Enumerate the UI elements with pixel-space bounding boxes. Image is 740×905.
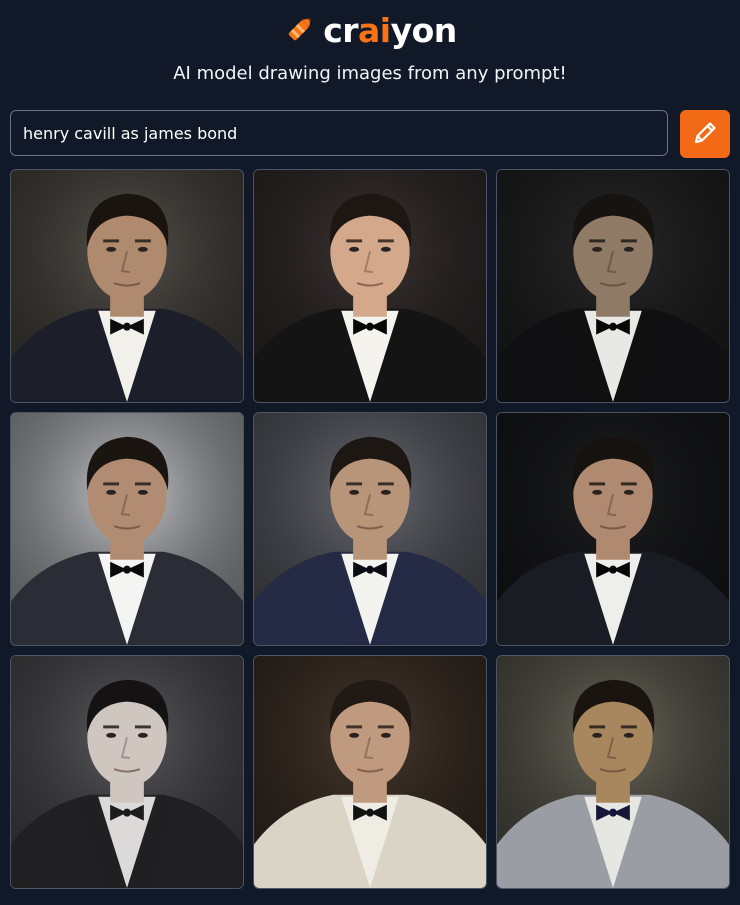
craiyon-logo[interactable]: craiyon — [0, 12, 740, 50]
pencil-icon — [691, 119, 719, 150]
prompt-row — [10, 110, 731, 158]
image-grid — [10, 169, 730, 889]
generated-image[interactable] — [253, 655, 487, 889]
tagline: AI model drawing images from any prompt! — [173, 63, 567, 84]
portrait-illustration — [254, 656, 486, 888]
portrait-illustration — [497, 656, 729, 888]
generated-image[interactable] — [253, 169, 487, 403]
prompt-input[interactable] — [10, 110, 668, 156]
portrait-illustration — [11, 413, 243, 645]
logo-prefix: cr — [323, 11, 359, 50]
generated-image[interactable] — [253, 412, 487, 646]
draw-button[interactable] — [680, 110, 730, 158]
logo-accent: ai — [358, 11, 391, 50]
generated-image[interactable] — [10, 412, 244, 646]
logo-suffix: yon — [390, 11, 458, 50]
portrait-illustration — [254, 413, 486, 645]
portrait-illustration — [497, 413, 729, 645]
portrait-illustration — [11, 656, 243, 888]
crayon-logo-icon — [283, 12, 317, 50]
logo-wordmark: craiyon — [323, 12, 457, 50]
header: craiyon AI model drawing images from any… — [0, 0, 740, 110]
generated-image[interactable] — [10, 169, 244, 403]
portrait-illustration — [254, 170, 486, 402]
generated-image[interactable] — [496, 655, 730, 889]
portrait-illustration — [11, 170, 243, 402]
generated-image[interactable] — [496, 412, 730, 646]
generated-image[interactable] — [10, 655, 244, 889]
generated-image[interactable] — [496, 169, 730, 403]
portrait-illustration — [497, 170, 729, 402]
